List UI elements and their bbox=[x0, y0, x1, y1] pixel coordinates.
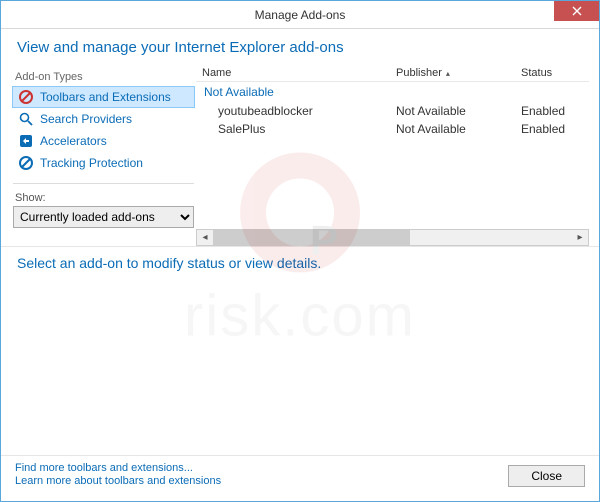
titlebar: Manage Add-ons bbox=[1, 1, 599, 29]
addon-list-panel: Name Publisher ▴ Status Not Available yo… bbox=[196, 65, 589, 246]
scroll-left-icon[interactable]: ◂ bbox=[197, 232, 213, 243]
column-header-publisher[interactable]: Publisher ▴ bbox=[396, 67, 521, 79]
header-text: View and manage your Internet Explorer a… bbox=[17, 39, 344, 56]
cell-status: Enabled bbox=[521, 122, 589, 136]
scroll-track[interactable] bbox=[213, 230, 572, 245]
footer-links: Find more toolbars and extensions... Lea… bbox=[15, 462, 221, 487]
search-icon bbox=[18, 111, 34, 127]
cell-publisher: Not Available bbox=[396, 104, 521, 118]
details-panel bbox=[1, 275, 599, 456]
sidebar-item-toolbars-extensions[interactable]: Toolbars and Extensions bbox=[12, 86, 195, 108]
show-dropdown[interactable]: Currently loaded add-ons bbox=[13, 206, 194, 228]
cell-publisher: Not Available bbox=[396, 122, 521, 136]
divider bbox=[13, 183, 194, 184]
block-icon bbox=[18, 155, 34, 171]
sidebar-item-label: Toolbars and Extensions bbox=[40, 90, 171, 104]
window-title: Manage Add-ons bbox=[255, 8, 346, 22]
selection-prompt: Select an add-on to modify status or vie… bbox=[1, 246, 599, 275]
find-more-link[interactable]: Find more toolbars and extensions... bbox=[15, 462, 221, 474]
sidebar-item-label: Accelerators bbox=[40, 134, 107, 148]
manage-addons-window: Manage Add-ons View and manage your Inte… bbox=[0, 0, 600, 502]
addon-types-list: Toolbars and Extensions Search Providers… bbox=[11, 85, 196, 175]
table-row[interactable]: SalePlus Not Available Enabled bbox=[196, 120, 589, 138]
accelerator-icon bbox=[18, 133, 34, 149]
show-label: Show: bbox=[15, 192, 196, 204]
table-header: Name Publisher ▴ Status bbox=[196, 65, 589, 82]
column-header-name[interactable]: Name bbox=[196, 67, 396, 79]
sort-ascending-icon: ▴ bbox=[446, 69, 450, 78]
column-header-status[interactable]: Status bbox=[521, 67, 589, 79]
cell-status: Enabled bbox=[521, 104, 589, 118]
window-close-button[interactable] bbox=[554, 1, 599, 21]
cell-name: SalePlus bbox=[196, 122, 396, 136]
sidebar-item-search-providers[interactable]: Search Providers bbox=[12, 108, 195, 130]
close-button[interactable]: Close bbox=[508, 465, 585, 487]
sidebar-item-tracking-protection[interactable]: Tracking Protection bbox=[12, 152, 195, 174]
cell-name: youtubeadblocker bbox=[196, 104, 396, 118]
table-row[interactable]: youtubeadblocker Not Available Enabled bbox=[196, 102, 589, 120]
sidebar-item-label: Tracking Protection bbox=[40, 156, 143, 170]
addon-types-label: Add-on Types bbox=[15, 71, 196, 83]
sidebar-item-accelerators[interactable]: Accelerators bbox=[12, 130, 195, 152]
scroll-right-icon[interactable]: ▸ bbox=[572, 232, 588, 243]
block-icon bbox=[18, 89, 34, 105]
horizontal-scrollbar[interactable]: ◂ ▸ bbox=[196, 229, 589, 246]
footer: Find more toolbars and extensions... Lea… bbox=[1, 455, 599, 501]
scroll-thumb[interactable] bbox=[213, 230, 410, 245]
group-header: Not Available bbox=[196, 82, 589, 102]
sidebar: Add-on Types Toolbars and Extensions Sea… bbox=[11, 65, 196, 246]
close-icon bbox=[572, 6, 582, 16]
content-area: Add-on Types Toolbars and Extensions Sea… bbox=[1, 65, 599, 246]
learn-more-link[interactable]: Learn more about toolbars and extensions bbox=[15, 475, 221, 487]
header: View and manage your Internet Explorer a… bbox=[1, 29, 599, 65]
sidebar-item-label: Search Providers bbox=[40, 112, 132, 126]
